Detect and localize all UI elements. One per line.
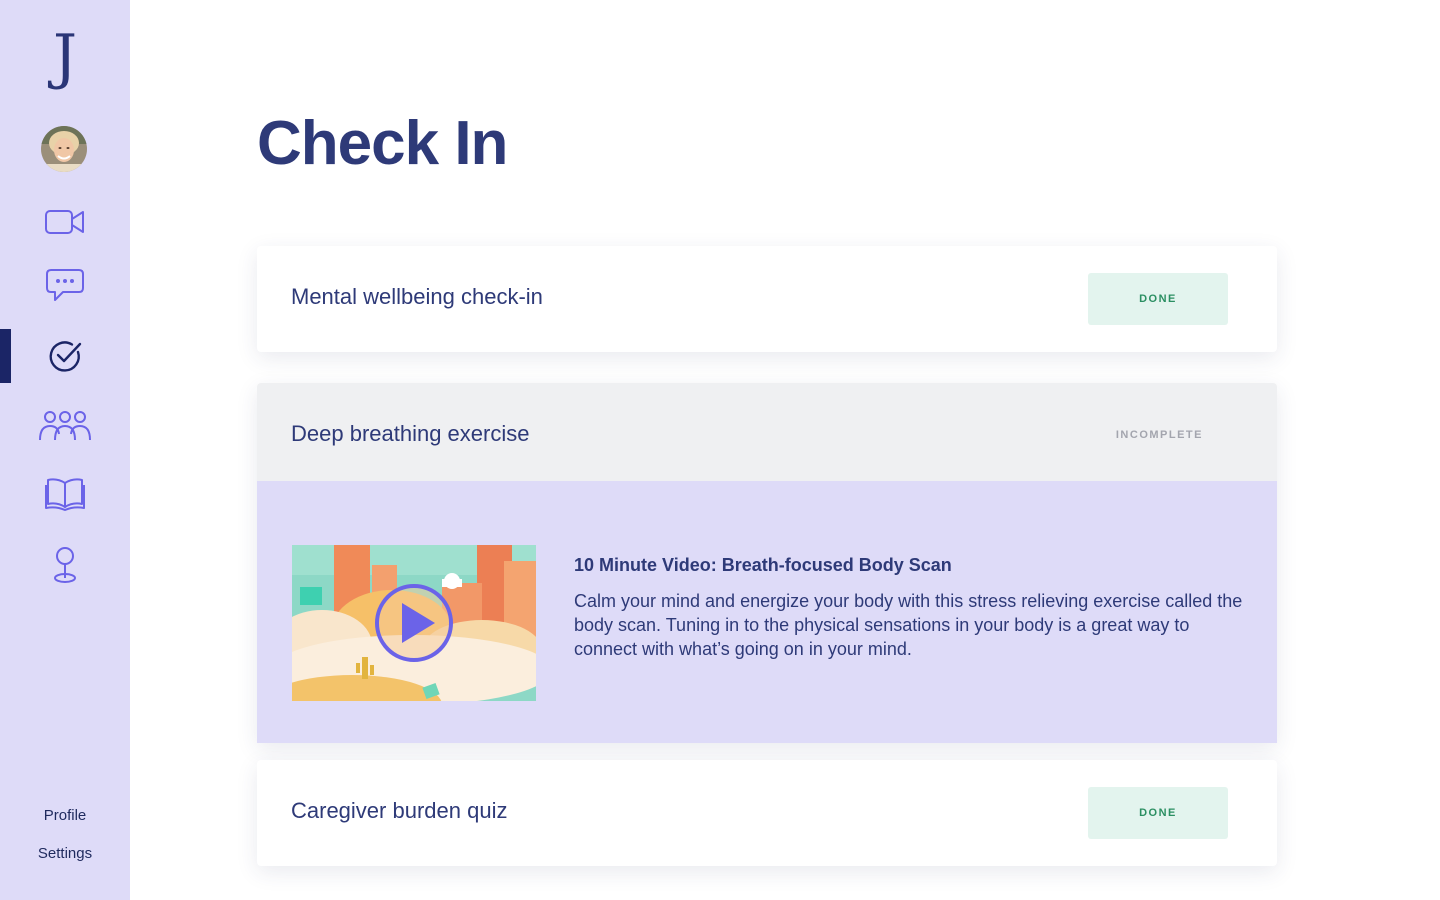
app-logo[interactable]: J <box>0 22 130 92</box>
chat-bubble-icon <box>46 269 84 301</box>
nav-library[interactable] <box>0 467 130 521</box>
checkin-card-expanded: Deep breathing exercise INCOMPLETE 10 Mi… <box>257 383 1277 743</box>
card-title: Caregiver burden quiz <box>291 798 508 823</box>
map-pin-icon <box>54 547 76 583</box>
profile-link[interactable]: Profile <box>0 807 130 824</box>
settings-link[interactable]: Settings <box>0 845 130 862</box>
user-avatar[interactable] <box>41 126 87 172</box>
video-description: Calm your mind and energize your body wi… <box>574 591 1243 659</box>
card-title: Mental wellbeing check-in <box>291 284 543 309</box>
video-title[interactable]: 10 Minute Video: Breath-focused Body Sca… <box>574 555 952 576</box>
status-badge: DONE <box>1088 787 1228 839</box>
checkin-card[interactable]: Mental wellbeing check-in DONE <box>257 246 1277 352</box>
checkin-card[interactable]: Caregiver burden quiz DONE <box>257 760 1277 866</box>
page-title: Check In <box>257 109 508 178</box>
nav-video[interactable] <box>0 195 130 249</box>
video-camera-icon <box>45 210 84 234</box>
group-people-icon <box>39 411 91 441</box>
card-content: 10 Minute Video: Breath-focused Body Sca… <box>257 481 1277 743</box>
nav-messages[interactable] <box>0 259 130 313</box>
status-badge: INCOMPLETE <box>1115 429 1203 441</box>
open-book-icon <box>45 478 85 511</box>
check-circle-icon <box>49 341 82 372</box>
sidebar: J Profile Settings <box>0 0 130 900</box>
video-thumbnail[interactable] <box>292 545 536 701</box>
nav-community[interactable] <box>0 399 130 453</box>
nav-check-in[interactable] <box>0 329 130 383</box>
nav-location[interactable] <box>0 538 130 592</box>
card-title: Deep breathing exercise <box>291 421 530 446</box>
card-header[interactable]: Deep breathing exercise INCOMPLETE <box>257 383 1277 481</box>
status-badge: DONE <box>1088 273 1228 325</box>
